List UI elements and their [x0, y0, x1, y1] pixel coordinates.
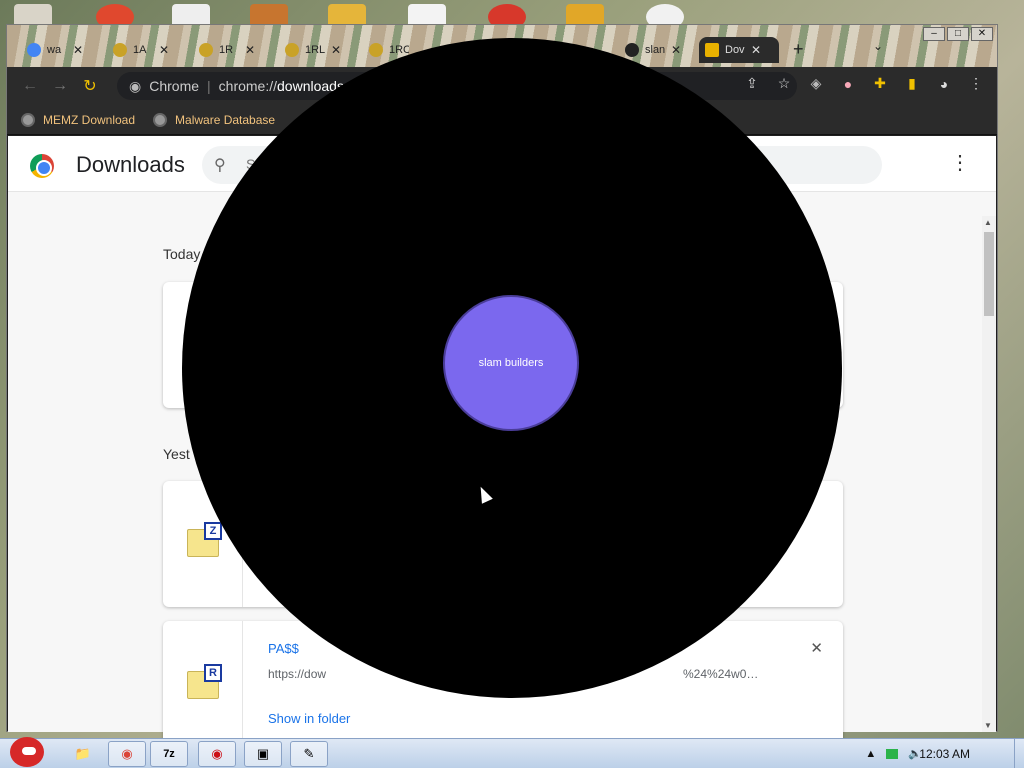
site-icon: [285, 43, 299, 57]
new-tab-button[interactable]: +: [793, 39, 804, 60]
close-icon[interactable]: ✕: [159, 43, 169, 57]
tab-2[interactable]: 1R ✕: [193, 37, 261, 63]
taskbar-chrome[interactable]: ◉: [108, 741, 146, 767]
chrome-icon: ◉: [121, 746, 133, 761]
minimize-button[interactable]: –: [923, 27, 945, 41]
taskbar-opera[interactable]: ◉: [198, 741, 236, 767]
close-icon[interactable]: ✕: [810, 639, 823, 657]
window-icon: ▣: [256, 746, 270, 761]
file-name-link[interactable]: PA$$: [268, 641, 299, 656]
file-badge: R: [204, 664, 222, 682]
profile-avatar-icon[interactable]: ◕: [935, 76, 953, 92]
globe-icon: [21, 112, 35, 127]
taskbar-7zip[interactable]: 7z: [150, 741, 188, 767]
section-label-yesterday: Yest: [163, 446, 190, 462]
window-controls: – □ ✕: [923, 27, 993, 41]
file-url[interactable]: https://dow: [268, 667, 326, 681]
tab-label: slan: [645, 44, 665, 56]
more-options-icon[interactable]: ⋮: [950, 150, 970, 175]
clock[interactable]: 12:03 AM: [919, 747, 970, 761]
site-chip: Chrome: [149, 78, 200, 94]
taskbar-window[interactable]: ▣: [244, 741, 282, 767]
show-in-folder-link[interactable]: Show in folder: [268, 711, 350, 726]
page-scrollbar[interactable]: ▲ ▼: [982, 216, 996, 732]
tab-label: 1RL: [305, 44, 325, 56]
back-arrow-icon[interactable]: ←: [15, 77, 45, 95]
close-window-button[interactable]: ✕: [971, 27, 993, 41]
share-icon[interactable]: ⇪: [743, 75, 761, 92]
taskbar: 📁 ◉ 7z ◉ ▣ ✎ ▲ 🔈 12:03 AM: [0, 737, 1024, 768]
search-icon: ⚲: [214, 157, 226, 174]
url-text: chrome://downloads: [219, 78, 344, 94]
taskbar-paint[interactable]: ✎: [290, 741, 328, 767]
close-icon[interactable]: ✕: [245, 43, 255, 57]
bookmark-malware-database[interactable]: Malware Database: [153, 112, 276, 127]
extension-flag-icon[interactable]: ●: [839, 76, 857, 92]
site-icon: [199, 43, 213, 57]
tab-label: Dov: [725, 44, 745, 56]
rar-file-icon: R: [187, 664, 222, 699]
tab-label: 1A: [133, 44, 147, 56]
google-icon: [27, 43, 41, 57]
puzzle-icon[interactable]: ✚: [871, 75, 889, 92]
bookmark-label: MEMZ Download: [43, 112, 136, 127]
github-icon: [625, 43, 639, 57]
side-panel-icon[interactable]: ▮: [903, 75, 921, 92]
chrome-icon: ◉: [129, 77, 142, 94]
reload-icon[interactable]: ↻: [75, 76, 105, 96]
download-icon: [705, 43, 719, 57]
scroll-up-icon[interactable]: ▲: [984, 218, 992, 227]
tray-arrow-icon[interactable]: ▲: [865, 748, 876, 760]
show-desktop-button[interactable]: [1014, 739, 1024, 768]
close-icon[interactable]: ✕: [751, 43, 761, 57]
tab-label: wa: [47, 44, 62, 56]
forward-arrow-icon[interactable]: →: [45, 77, 75, 95]
start-button[interactable]: [4, 733, 48, 768]
paint-icon: ✎: [303, 746, 315, 761]
bookmark-memz[interactable]: MEMZ Download: [21, 112, 136, 127]
close-icon[interactable]: ✕: [331, 43, 341, 57]
bookmark-label: Malware Database: [175, 112, 276, 127]
star-icon[interactable]: ☆: [775, 75, 793, 92]
network-icon[interactable]: [886, 748, 899, 759]
7zip-icon: 7z: [163, 748, 175, 760]
tab-search-chevron-icon[interactable]: ⌄: [873, 39, 883, 53]
site-icon: [369, 43, 383, 57]
file-badge: Z: [204, 522, 222, 540]
tab-6-active[interactable]: Dov ✕: [699, 37, 779, 63]
opera-icon: ◉: [211, 746, 223, 761]
ublock-icon[interactable]: ◈: [807, 75, 825, 92]
chrome-logo-icon: [30, 154, 54, 178]
tab-3[interactable]: 1RL ✕: [279, 37, 347, 63]
file-url-tail: %24%24w0…: [683, 667, 759, 681]
site-icon: [113, 43, 127, 57]
url-prefix: chrome://: [218, 78, 278, 94]
tab-1[interactable]: 1A ✕: [107, 37, 175, 63]
close-icon[interactable]: ✕: [671, 43, 681, 57]
bubble-label: slam builders: [478, 357, 544, 369]
angry-bird-icon: [10, 737, 44, 767]
maximize-button[interactable]: □: [947, 27, 969, 41]
section-label-today: Today: [163, 246, 201, 262]
slam-builders-bubble[interactable]: slam builders: [443, 295, 579, 431]
zip-file-icon: Z: [187, 522, 222, 557]
toolbar-actions: ⇪ ☆ ◈ ● ✚ ▮ ◕ ⋮: [743, 75, 985, 92]
page-title: Downloads: [76, 152, 185, 177]
file-icon-column: R: [163, 621, 243, 747]
scrollbar-thumb[interactable]: [984, 232, 994, 316]
scroll-down-icon[interactable]: ▼: [984, 721, 992, 730]
tab-label: 1R: [219, 44, 234, 56]
close-icon[interactable]: ✕: [73, 43, 83, 57]
explorer-icon[interactable]: 📁: [64, 741, 102, 767]
globe-icon: [153, 112, 168, 127]
menu-kebab-icon[interactable]: ⋮: [967, 75, 985, 92]
tab-0[interactable]: wa ✕: [21, 37, 89, 63]
omnibox-separator: |: [207, 78, 211, 94]
